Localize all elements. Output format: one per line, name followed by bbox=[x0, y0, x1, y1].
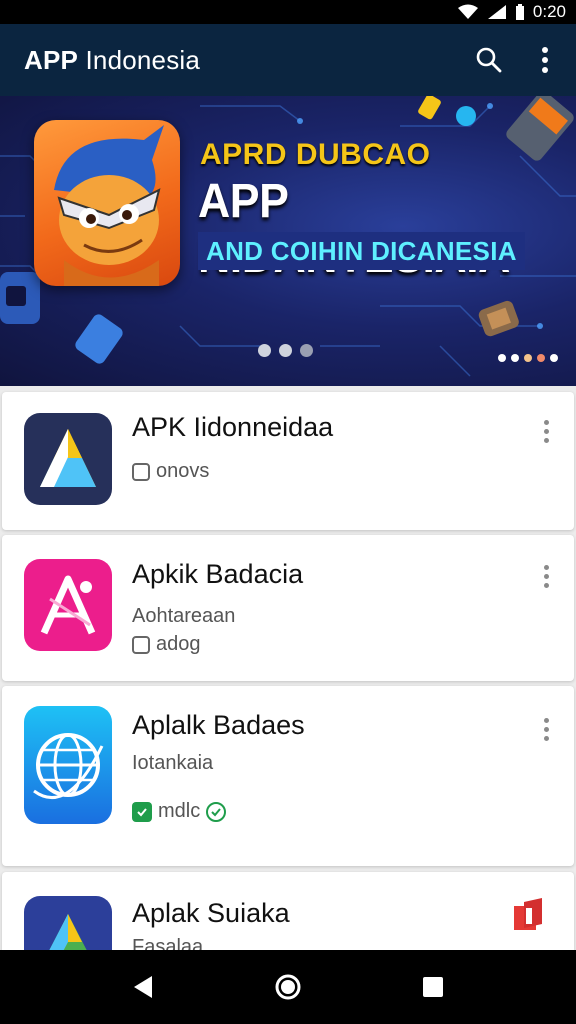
globe-icon bbox=[24, 706, 112, 824]
app-title: Aplak Suiaka bbox=[132, 898, 290, 928]
more-vert-icon bbox=[542, 47, 548, 73]
recents-button[interactable] bbox=[413, 967, 453, 1007]
recents-icon bbox=[423, 977, 444, 997]
home-icon bbox=[275, 974, 301, 1000]
search-button[interactable] bbox=[472, 43, 506, 77]
battery-icon bbox=[515, 3, 525, 21]
app-title: Apkik Badacia bbox=[132, 559, 304, 589]
item-menu-button[interactable] bbox=[536, 559, 556, 593]
back-icon bbox=[133, 976, 152, 998]
app-title: Aplalk Badaes bbox=[132, 710, 305, 740]
carousel-dot[interactable] bbox=[258, 344, 271, 357]
app-meta: onovs bbox=[132, 460, 209, 483]
triangle-logo-icon bbox=[24, 413, 112, 505]
carousel-dot[interactable] bbox=[300, 344, 313, 357]
carousel-dot[interactable] bbox=[279, 344, 292, 357]
app-subtitle: Aohtareaan bbox=[132, 605, 236, 627]
wifi-icon bbox=[457, 4, 479, 20]
app-list-item[interactable]: Apkik Badacia Aohtareaan adog bbox=[2, 535, 574, 681]
banner-headline-small: APRD DUBCAO bbox=[200, 138, 431, 171]
item-menu-button[interactable] bbox=[536, 414, 556, 448]
bookmark-icon[interactable] bbox=[512, 898, 546, 937]
box-icon bbox=[132, 462, 150, 481]
app-title: APP Indonesia bbox=[24, 44, 201, 75]
decorative-dots bbox=[498, 354, 558, 362]
verified-icon bbox=[206, 801, 227, 822]
system-nav-bar bbox=[0, 950, 576, 1024]
app-list-item[interactable]: APK Iidonneidaa onovs bbox=[2, 392, 574, 530]
app-bar: APP Indonesia bbox=[0, 24, 576, 96]
app-meta: adog bbox=[132, 633, 201, 656]
app-subtitle: Iotankaia bbox=[132, 752, 214, 774]
home-button[interactable] bbox=[268, 967, 308, 1007]
search-icon bbox=[476, 47, 502, 73]
app-list-item[interactable]: Aplalk Badaes Iotankaia mdlc bbox=[2, 686, 574, 866]
pen-logo-icon bbox=[24, 559, 112, 651]
check-badge-icon bbox=[132, 801, 152, 822]
app-meta: mdlc bbox=[132, 800, 227, 823]
signal-icon bbox=[487, 4, 507, 20]
status-time: 0:20 bbox=[532, 2, 566, 21]
banner-subheadline: AND COIHIN DICANESIA bbox=[198, 232, 525, 270]
back-button[interactable] bbox=[123, 967, 163, 1007]
featured-banner[interactable]: APRD DUBCAO APP NIDANTESIAIA AND COIHIN … bbox=[0, 96, 576, 386]
app-title: APK Iidonneidaa bbox=[132, 412, 334, 442]
status-bar: 0:20 bbox=[0, 0, 576, 24]
carousel-indicator[interactable] bbox=[258, 344, 313, 357]
box-icon bbox=[132, 635, 150, 654]
item-menu-button[interactable] bbox=[536, 712, 556, 746]
more-options-button[interactable] bbox=[528, 43, 562, 77]
mascot-app-icon bbox=[34, 120, 180, 286]
